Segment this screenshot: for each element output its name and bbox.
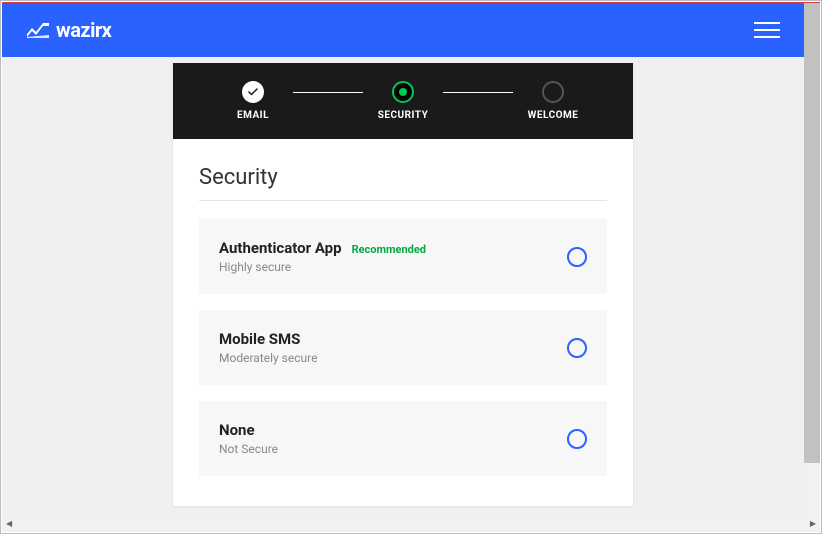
step-label: WELCOME — [528, 110, 579, 121]
option-title: Mobile SMS — [219, 330, 300, 348]
recommended-badge: Recommended — [352, 243, 426, 256]
scrollbar-thumb[interactable] — [804, 3, 820, 463]
step-connector — [443, 92, 513, 93]
step-email: EMAIL — [213, 81, 293, 121]
scroll-right-icon[interactable]: ▶ — [810, 519, 816, 528]
option-text: Mobile SMS Moderately secure — [219, 330, 317, 365]
option-subtitle: Moderately secure — [219, 351, 317, 365]
progress-stepper: EMAIL SECURITY WELCOME — [173, 63, 633, 139]
card-content: Security Authenticator App Recommended H… — [173, 139, 633, 506]
menu-button[interactable] — [754, 22, 780, 38]
option-title: None — [219, 421, 255, 439]
brand-name: wazirx — [56, 18, 111, 42]
option-subtitle: Not Secure — [219, 442, 278, 456]
wazirx-logo-icon — [26, 21, 50, 39]
divider — [199, 200, 607, 201]
radio-icon[interactable] — [567, 429, 587, 449]
option-subtitle: Highly secure — [219, 260, 426, 274]
step-label: EMAIL — [237, 110, 269, 121]
security-option-none[interactable]: None Not Secure — [199, 401, 607, 476]
radio-icon[interactable] — [567, 247, 587, 267]
step-welcome: WELCOME — [513, 81, 593, 121]
security-option-sms[interactable]: Mobile SMS Moderately secure — [199, 310, 607, 385]
viewport: wazirx EMAIL SECURITY WELCOME — [2, 3, 804, 516]
brand-logo[interactable]: wazirx — [26, 18, 111, 42]
page-title: Security — [199, 165, 607, 190]
option-text: None Not Secure — [219, 421, 278, 456]
step-connector — [293, 92, 363, 93]
radio-icon[interactable] — [567, 338, 587, 358]
security-option-authenticator[interactable]: Authenticator App Recommended Highly sec… — [199, 219, 607, 294]
option-title: Authenticator App — [219, 239, 342, 257]
horizontal-scrollbar[interactable]: ◀ ▶ — [2, 516, 820, 532]
check-icon — [242, 81, 264, 103]
upcoming-step-icon — [542, 81, 564, 103]
step-label: SECURITY — [378, 110, 429, 121]
scroll-left-icon[interactable]: ◀ — [6, 519, 12, 528]
vertical-scrollbar[interactable] — [804, 3, 820, 516]
signup-card: EMAIL SECURITY WELCOME Security Authenti… — [173, 63, 633, 506]
current-step-icon — [392, 81, 414, 103]
option-text: Authenticator App Recommended Highly sec… — [219, 239, 426, 274]
app-header: wazirx — [2, 3, 804, 57]
step-security: SECURITY — [363, 81, 443, 121]
